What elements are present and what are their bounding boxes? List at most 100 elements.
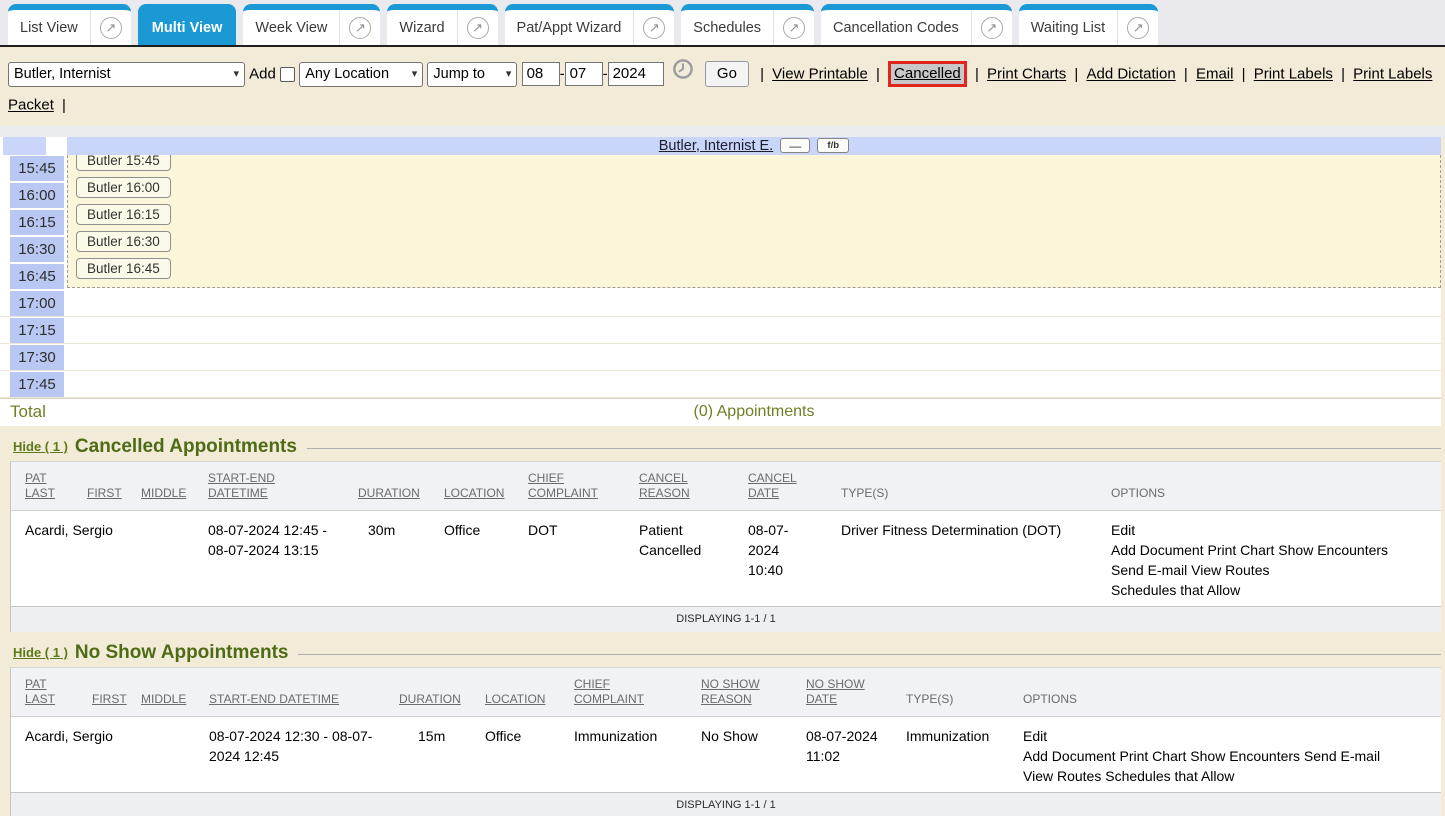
col-duration[interactable]: DURATION	[358, 486, 420, 500]
col-first[interactable]: FIRST	[92, 692, 127, 706]
total-appointments-count: (0) Appointments	[67, 403, 1441, 421]
print-charts-link[interactable]: Print Charts	[987, 66, 1066, 83]
clock-icon[interactable]	[672, 58, 694, 90]
tab-label: List View	[8, 10, 91, 45]
year-input[interactable]: 2024	[608, 62, 664, 86]
tab-wizard[interactable]: Wizard ↗	[387, 4, 497, 45]
print-labels-link[interactable]: Print Labels	[1254, 66, 1333, 83]
schedule-grid: Butler, Internist E. — f/b Butler 15:45 …	[0, 137, 1441, 426]
tab-label: Multi View	[138, 10, 237, 45]
time-label: 17:45	[10, 372, 64, 397]
col-middle[interactable]: MIDDLE	[141, 486, 186, 500]
fb-button[interactable]: f/b	[817, 138, 849, 153]
option-actions-line[interactable]: Edit	[1111, 520, 1435, 540]
add-label: Add	[249, 66, 276, 83]
col-cancel-date[interactable]: CANCEL DATE	[748, 471, 797, 500]
schedule-row	[0, 317, 1441, 344]
no-show-appointment-row: Acardi, Sergio 08-07-2024 12:30 - 08-07-…	[11, 717, 1441, 792]
col-types: TYPE(S)	[841, 486, 888, 501]
open-new-window-icon[interactable]: ↗	[349, 17, 371, 39]
link-separator: |	[62, 97, 66, 114]
open-new-window-icon[interactable]: ↗	[783, 17, 805, 39]
option-actions-line[interactable]: Add Document Print Chart Show Encounters	[1111, 540, 1435, 560]
slot-button[interactable]: Butler 16:45	[76, 258, 171, 279]
col-first[interactable]: FIRST	[87, 486, 122, 500]
add-checkbox[interactable]	[280, 67, 295, 82]
col-location[interactable]: LOCATION	[485, 692, 545, 706]
go-button[interactable]: Go	[705, 61, 749, 87]
open-new-window-icon[interactable]: ↗	[1127, 17, 1149, 39]
schedule-toolbar: Butler, Internist▾ Add Any Location▾ Jum…	[0, 47, 1445, 126]
tab-week-view[interactable]: Week View ↗	[243, 4, 380, 45]
col-start-end[interactable]: START-END DATETIME	[209, 692, 339, 706]
col-location[interactable]: LOCATION	[444, 486, 504, 500]
appointment-types: Driver Fitness Determination (DOT)	[841, 522, 1061, 538]
duration: 15m	[418, 728, 445, 744]
collapse-column-button[interactable]: —	[780, 138, 810, 153]
option-actions-line[interactable]: Add Document Print Chart Show Encounters…	[1023, 746, 1435, 766]
option-actions-line[interactable]: Send E-mail View Routes	[1111, 560, 1435, 580]
option-actions-line[interactable]: Schedules that Allow	[1111, 580, 1435, 600]
no-show-date: 08-07-2024 11:02	[806, 726, 884, 766]
add-dictation-link[interactable]: Add Dictation	[1086, 66, 1175, 83]
no-show-appointments-section: Hide ( 1 ) No Show Appointments PAT LAST…	[0, 642, 1445, 816]
tab-schedules[interactable]: Schedules ↗	[681, 4, 814, 45]
view-printable-link[interactable]: View Printable	[772, 66, 868, 83]
tab-label: Schedules	[681, 10, 774, 45]
col-pat-last[interactable]: PAT LAST	[25, 471, 55, 500]
col-duration[interactable]: DURATION	[399, 692, 461, 706]
section-title: No Show Appointments	[75, 642, 289, 664]
provider-link[interactable]: Butler, Internist E.	[659, 138, 773, 154]
col-start-end[interactable]: START-END DATETIME	[208, 471, 275, 500]
slot-button[interactable]: Butler 15:45	[76, 155, 171, 171]
open-new-window-icon[interactable]: ↗	[100, 17, 122, 39]
col-chief-complaint[interactable]: CHIEF COMPLAINT	[528, 471, 598, 500]
option-actions-line[interactable]: Edit	[1023, 726, 1435, 746]
col-types: TYPE(S)	[906, 692, 953, 707]
location-select[interactable]: Any Location▾	[299, 62, 423, 87]
open-new-window-icon[interactable]: ↗	[981, 17, 1003, 39]
col-chief-complaint[interactable]: CHIEF COMPLAINT	[574, 677, 644, 706]
cancelled-appointments-section: Hide ( 1 ) Cancelled Appointments PAT LA…	[0, 436, 1445, 632]
open-new-window-icon[interactable]: ↗	[643, 17, 665, 39]
schedule-grid-header: Butler, Internist E. — f/b	[0, 137, 1441, 155]
tab-cancellation-codes[interactable]: Cancellation Codes ↗	[821, 4, 1012, 45]
col-middle[interactable]: MIDDLE	[141, 692, 186, 706]
chevron-down-icon: ▾	[506, 60, 512, 89]
cancelled-link[interactable]: Cancelled	[894, 65, 961, 82]
tab-pat-appt-wizard[interactable]: Pat/Appt Wizard ↗	[505, 4, 675, 45]
tab-multi-view[interactable]: Multi View	[138, 4, 237, 45]
slot-button[interactable]: Butler 16:15	[76, 204, 171, 225]
hide-no-show-link[interactable]: Hide ( 1 )	[13, 645, 68, 660]
provider-select[interactable]: Butler, Internist▾	[8, 62, 245, 87]
view-tabbar: List View ↗ Multi View Week View ↗ Wizar…	[0, 0, 1445, 47]
month-input[interactable]: 08	[522, 62, 560, 86]
tab-label: Pat/Appt Wizard	[505, 10, 635, 45]
hide-cancelled-link[interactable]: Hide ( 1 )	[13, 439, 68, 454]
day-input[interactable]: 07	[565, 62, 603, 86]
col-pat-last[interactable]: PAT LAST	[25, 677, 55, 706]
duration: 30m	[368, 522, 395, 538]
schedule-grid-body: Butler 15:45 Butler 16:00 Butler 16:15 B…	[0, 155, 1441, 398]
col-cancel-reason[interactable]: CANCEL REASON	[639, 471, 690, 500]
no-show-appointments-table: PAT LAST FIRST MIDDLE START-END DATETIME…	[10, 667, 1441, 816]
jump-to-select[interactable]: Jump to ▾	[427, 62, 517, 87]
jump-to-select-value: Jump to	[433, 60, 485, 89]
link-separator: |	[1184, 66, 1188, 83]
col-no-show-date[interactable]: NO SHOW DATE	[806, 677, 865, 706]
option-actions-line[interactable]: View Routes Schedules that Allow	[1023, 766, 1435, 786]
slot-button[interactable]: Butler 16:00	[76, 177, 171, 198]
table-header: PAT LAST FIRST MIDDLE START-END DATETIME…	[11, 462, 1441, 511]
slot-button[interactable]: Butler 16:30	[76, 231, 171, 252]
time-label: 15:45	[10, 156, 64, 181]
tab-label: Cancellation Codes	[821, 10, 972, 45]
schedule-row	[0, 344, 1441, 371]
open-new-window-icon[interactable]: ↗	[467, 17, 489, 39]
cancelled-link-highlight-box: Cancelled	[888, 61, 967, 87]
tab-list-view[interactable]: List View ↗	[8, 4, 131, 45]
location-select-value: Any Location	[305, 60, 389, 89]
link-separator: |	[876, 66, 880, 83]
tab-waiting-list[interactable]: Waiting List ↗	[1019, 4, 1158, 45]
email-link[interactable]: Email	[1196, 66, 1234, 83]
col-no-show-reason[interactable]: NO SHOW REASON	[701, 677, 760, 706]
